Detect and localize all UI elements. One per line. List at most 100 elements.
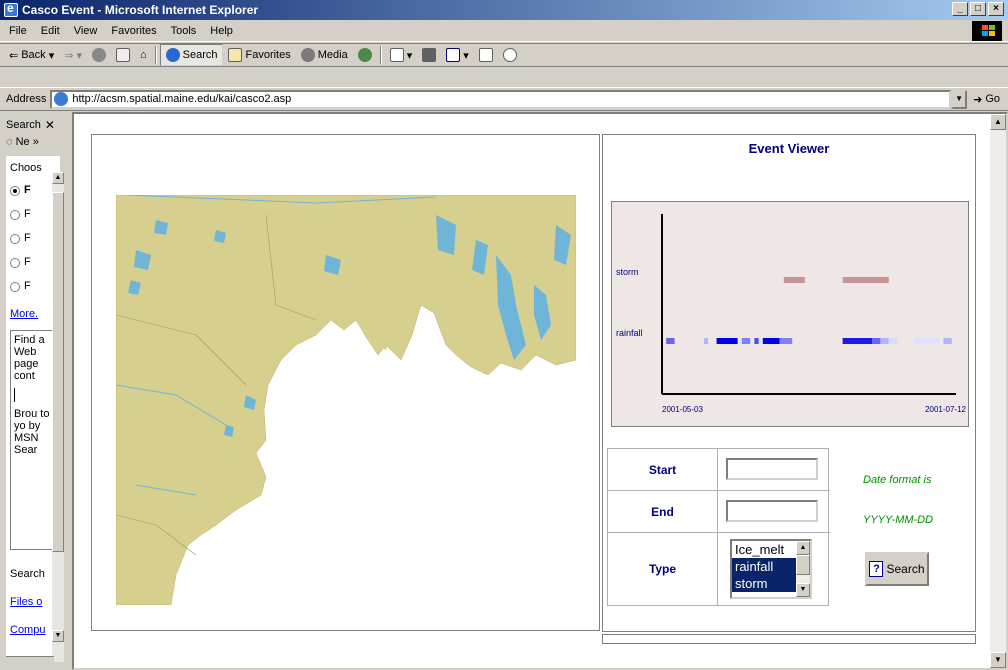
back-dropdown-icon[interactable]: ▾	[49, 49, 55, 62]
rainfall-event-bar	[914, 338, 940, 344]
end-row: End	[608, 491, 830, 533]
messenger-button[interactable]	[498, 44, 522, 66]
favorites-button[interactable]: Favorites	[223, 44, 295, 66]
scroll-down-icon[interactable]: ▼	[52, 630, 64, 642]
messenger-icon	[502, 48, 517, 62]
lower-frame	[602, 634, 976, 644]
start-label: Start	[608, 449, 718, 490]
search-pane-scrollbar[interactable]: ▲ ▼	[52, 172, 64, 662]
type-list-scrollbar[interactable]: ▲ ▼	[796, 541, 810, 597]
rainfall-event-bar	[872, 338, 881, 344]
computers-link[interactable]: Compu	[10, 624, 45, 636]
storm-event-bar	[842, 277, 889, 283]
search-label: Search	[10, 568, 45, 580]
rainfall-event-bar	[762, 338, 780, 344]
media-button[interactable]: Media	[296, 44, 353, 66]
search-type-radio[interactable]	[10, 282, 20, 292]
maximize-button[interactable]: □	[970, 2, 986, 16]
edit-dropdown-icon[interactable]: ▾	[463, 49, 469, 62]
page-scrollbar[interactable]: ▲ ▼	[990, 114, 1006, 668]
forward-button[interactable]: ⇒ ▾	[59, 44, 87, 66]
search-type-label: F	[24, 208, 31, 220]
new-search-icon: ◌	[6, 136, 13, 148]
go-button[interactable]: ➜ Go	[967, 93, 1008, 106]
horizontal-scrollbar[interactable]	[6, 656, 54, 670]
menu-help[interactable]: Help	[203, 25, 240, 37]
start-row: Start	[608, 449, 830, 491]
stop-button[interactable]	[87, 44, 111, 66]
menu-file[interactable]: File	[2, 25, 34, 37]
map-frame	[91, 134, 600, 631]
search-type-label: F	[24, 280, 31, 292]
start-date-input[interactable]	[726, 458, 818, 480]
go-arrow-icon: ➜	[973, 93, 983, 106]
search-type-radio[interactable]	[10, 234, 20, 244]
menu-tools[interactable]: Tools	[164, 25, 204, 37]
scroll-down-icon[interactable]: ▼	[990, 652, 1006, 668]
print-icon	[422, 48, 437, 62]
choose-label: Choos	[10, 162, 42, 174]
print-button[interactable]	[417, 44, 441, 66]
search-type-radio[interactable]	[10, 186, 20, 196]
search-button-label: Search	[886, 562, 925, 576]
menu-edit[interactable]: Edit	[34, 25, 67, 37]
address-input[interactable]: http://acsm.spatial.maine.edu/kai/casco2…	[50, 89, 952, 109]
menu-favorites[interactable]: Favorites	[104, 25, 163, 37]
casco-bay-map[interactable]	[116, 195, 576, 605]
x-start-tick-label: 2001-05-03	[662, 405, 703, 414]
mail-button[interactable]: ▾	[385, 44, 418, 66]
ie-app-icon	[4, 1, 18, 17]
search-type-radio[interactable]	[10, 210, 20, 220]
close-icon[interactable]: ✕	[45, 118, 55, 132]
refresh-button[interactable]	[111, 44, 135, 66]
edit-button[interactable]: ▾	[441, 44, 474, 66]
event-search-form: Start End Type Ice_melt rainfall storm ▲	[607, 448, 830, 606]
search-toolbar-button[interactable]: Search	[159, 44, 224, 66]
forward-dropdown-icon[interactable]: ▾	[76, 49, 82, 62]
address-dropdown-icon[interactable]: ▼	[951, 89, 968, 109]
scroll-thumb[interactable]	[796, 555, 810, 575]
rainfall-event-bar	[943, 338, 952, 344]
new-search-button[interactable]: ◌ Ne »	[6, 136, 39, 148]
edit-icon	[446, 48, 461, 62]
scroll-thumb[interactable]	[52, 192, 64, 552]
back-arrow-icon: ⇐	[9, 49, 19, 62]
media-icon	[300, 48, 315, 62]
home-button[interactable]: ⌂	[135, 44, 152, 66]
search-type-radio[interactable]	[10, 258, 20, 268]
search-pane: Search ✕ ◌ Ne » Choos F F F F F More. Fi…	[0, 112, 68, 670]
close-button[interactable]: ×	[988, 2, 1004, 16]
search-button[interactable]: ? Search	[865, 552, 929, 586]
search-type-label: F	[24, 232, 31, 244]
toolbar-separator	[379, 46, 382, 64]
menu-view[interactable]: View	[67, 25, 105, 37]
discuss-button[interactable]	[474, 44, 498, 66]
text-caret	[14, 388, 15, 402]
type-label: Type	[608, 533, 718, 605]
scroll-up-icon[interactable]: ▲	[52, 172, 64, 184]
scroll-down-icon[interactable]: ▼	[796, 583, 810, 597]
history-button[interactable]	[353, 44, 377, 66]
back-button[interactable]: ⇐ Back ▾	[4, 44, 59, 66]
page-icon	[54, 92, 69, 106]
scroll-up-icon[interactable]: ▲	[990, 114, 1006, 130]
rainfall-event-bar	[704, 338, 709, 344]
rainfall-event-bar	[754, 338, 759, 344]
search-pane-title: Search	[6, 119, 41, 131]
more-link[interactable]: More.	[10, 308, 38, 320]
storm-event-bar	[783, 277, 805, 283]
mail-dropdown-icon[interactable]: ▾	[407, 49, 413, 62]
type-listbox[interactable]: Ice_melt rainfall storm ▲ ▼	[730, 539, 812, 599]
minimize-button[interactable]: _	[952, 2, 968, 16]
timeline-svg: 2001-05-03 2001-07-12 storm rainfall	[616, 214, 967, 414]
chevron-right-icon[interactable]: »	[33, 136, 39, 148]
scroll-up-icon[interactable]: ▲	[796, 541, 810, 555]
search-type-label: F	[24, 256, 31, 268]
end-date-input[interactable]	[726, 500, 818, 522]
home-icon: ⌂	[139, 49, 147, 61]
rainfall-event-bar	[888, 338, 898, 344]
files-link[interactable]: Files o	[10, 596, 42, 608]
brought-by-text: Brou to yo by MSN Sear	[14, 408, 50, 456]
favorites-label: Favorites	[245, 49, 291, 61]
stop-icon	[91, 48, 106, 62]
